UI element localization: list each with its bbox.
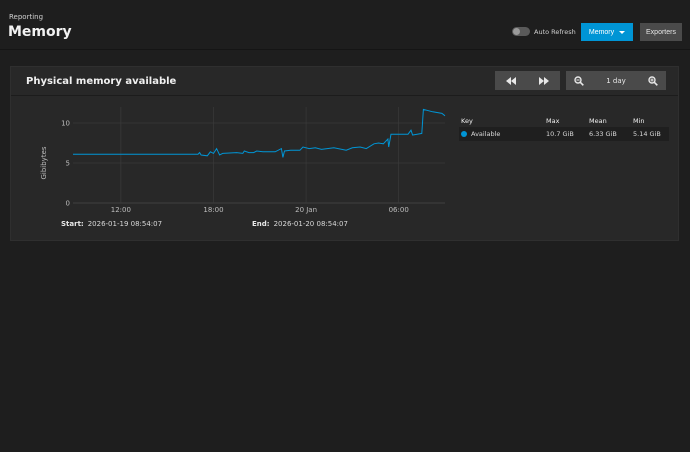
y-tick-label: 0 — [66, 200, 70, 208]
caret-down-icon — [619, 30, 626, 34]
zoom-in-icon — [648, 75, 658, 86]
legend-header-min: Min — [633, 116, 645, 125]
legend-mean-value: 6.33 GiB — [589, 130, 617, 138]
legend-max-value: 10.7 GiB — [546, 130, 574, 138]
auto-refresh-label: Auto Refresh — [534, 27, 576, 36]
toggle-knob — [513, 28, 520, 35]
auto-refresh-toggle[interactable]: Auto Refresh — [512, 27, 576, 36]
end-time: End: 2026-01-20 08:54:07 — [252, 220, 348, 228]
page-header: Reporting Memory Auto Refresh Memory Exp… — [0, 0, 690, 50]
legend-key-cell: Available — [459, 130, 546, 138]
legend-min-value: 5.14 GiB — [633, 130, 661, 138]
memory-dropdown-button[interactable]: Memory — [581, 23, 633, 41]
card-header: Physical memory available 1 day — [11, 67, 678, 96]
memory-button-label: Memory — [588, 28, 615, 36]
card-title: Physical memory available — [26, 76, 177, 87]
y-tick-label: 10 — [61, 120, 70, 128]
x-tick-label: 06:00 — [389, 206, 409, 214]
chart-svg: 0 5 10 12:00 18:00 20 Jan 06:00 Gibibytes — [40, 107, 446, 214]
chart-grid — [73, 107, 445, 204]
y-tick-label: 5 — [66, 160, 70, 168]
zoom-in-button[interactable] — [640, 71, 666, 90]
memory-chart[interactable]: 0 5 10 12:00 18:00 20 Jan 06:00 Gibibytes — [21, 97, 451, 237]
legend-header: Key Max Mean Min — [459, 114, 669, 127]
fast-forward-icon — [538, 76, 549, 85]
page-title: Memory — [8, 24, 72, 40]
chart-legend: Key Max Mean Min Available 10.7 GiB 6.33… — [459, 114, 669, 141]
start-value: 2026-01-19 08:54:07 — [87, 220, 163, 228]
y-axis-label: Gibibytes — [40, 146, 48, 179]
legend-header-mean: Mean — [589, 116, 607, 125]
zoom-group: 1 day — [566, 71, 666, 90]
end-value: 2026-01-20 08:54:07 — [273, 220, 348, 228]
toggle-switch[interactable] — [512, 27, 530, 36]
report-card: Physical memory available 1 day 0 5 10 12:… — [10, 66, 679, 241]
x-tick-label: 12:00 — [111, 206, 131, 214]
x-tick-label: 18:00 — [203, 206, 223, 214]
zoom-out-icon — [574, 75, 584, 86]
next-range-button[interactable] — [528, 71, 561, 90]
breadcrumb[interactable]: Reporting — [9, 13, 43, 21]
legend-header-key: Key — [461, 116, 473, 125]
range-label: 1 day — [606, 76, 626, 85]
start-label: Start: — [61, 220, 84, 228]
previous-range-button[interactable] — [495, 71, 528, 90]
x-tick-labels: 12:00 18:00 20 Jan 06:00 — [111, 206, 409, 214]
legend-header-max: Max — [546, 116, 560, 125]
end-label: End: — [252, 220, 270, 228]
zoom-out-button[interactable] — [566, 71, 592, 90]
time-nav-group — [495, 71, 560, 90]
y-tick-labels: 0 5 10 — [61, 120, 70, 208]
rewind-icon — [506, 76, 517, 85]
start-time: Start: 2026-01-19 08:54:07 — [61, 220, 162, 228]
x-tick-label: 20 Jan — [295, 206, 317, 214]
series-line-available — [73, 108, 446, 158]
exporters-button[interactable]: Exporters — [640, 23, 682, 41]
legend-key-label: Available — [471, 130, 501, 138]
legend-row[interactable]: Available 10.7 GiB 6.33 GiB 5.14 GiB — [459, 127, 669, 141]
series-color-dot — [461, 131, 467, 137]
